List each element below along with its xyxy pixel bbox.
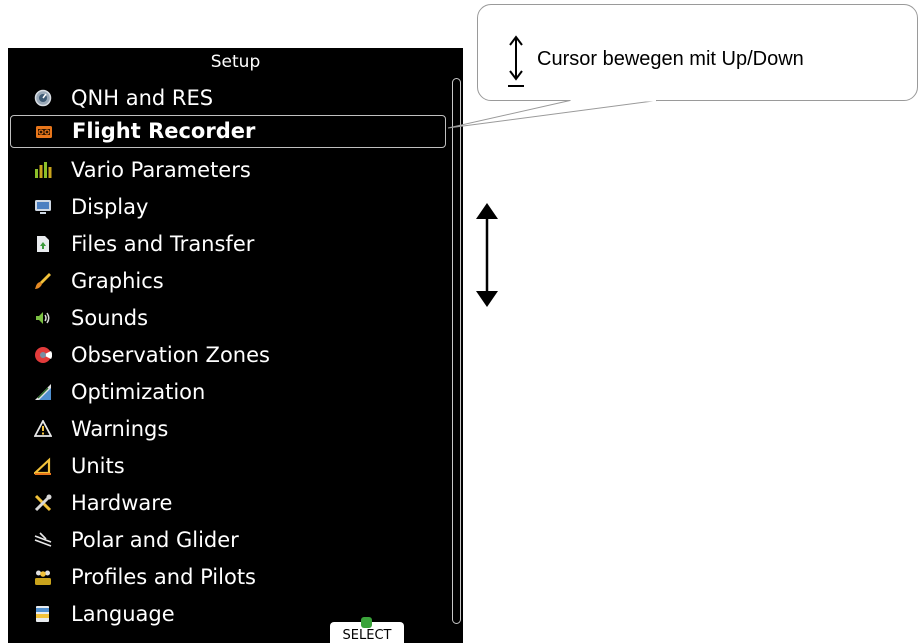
callout-text: Cursor bewegen mit Up/Down	[537, 48, 804, 70]
scroll-direction-arrow-icon	[476, 203, 498, 307]
up-down-arrow-icon	[508, 35, 524, 87]
annotation-overlay	[447, 35, 658, 307]
